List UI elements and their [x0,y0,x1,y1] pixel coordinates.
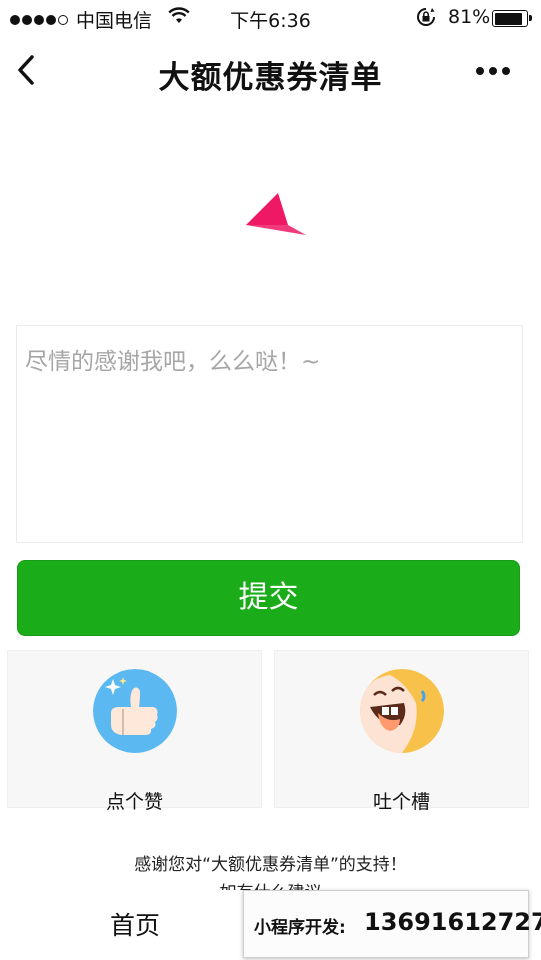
tab-home[interactable]: 首页 [110,906,160,942]
more-button[interactable] [476,60,524,80]
more-dots-icon [476,67,484,75]
comment-box [16,325,523,543]
like-label: 点个赞 [105,791,163,813]
laughing-face-icon [360,669,444,753]
battery-icon [492,10,532,27]
status-bar: 中国电信 下午6:36 81% [0,0,541,34]
thanks-text: 感谢您对“大额优惠券清单”的支持！ [134,855,407,875]
loading-spinner-icon [246,193,306,235]
comment-input[interactable] [17,326,522,542]
ad-phone-number: 13691612727 [364,908,541,936]
complain-card[interactable]: 吐个槽 [274,650,529,813]
navigation-bar: 大额优惠券清单 [0,34,541,108]
ad-label: 小程序开发: [254,918,346,938]
battery-percent: 81% [448,6,491,28]
page-title: 大额优惠券清单 [158,60,383,96]
rotation-lock-icon [417,8,435,26]
complain-label: 吐个槽 [372,791,430,813]
thumbs-up-icon [93,669,177,753]
like-card[interactable]: 点个赞 [7,650,262,813]
developer-ad: 小程序开发: 13691612727 [243,890,541,958]
submit-button[interactable]: 提交 [17,560,520,636]
